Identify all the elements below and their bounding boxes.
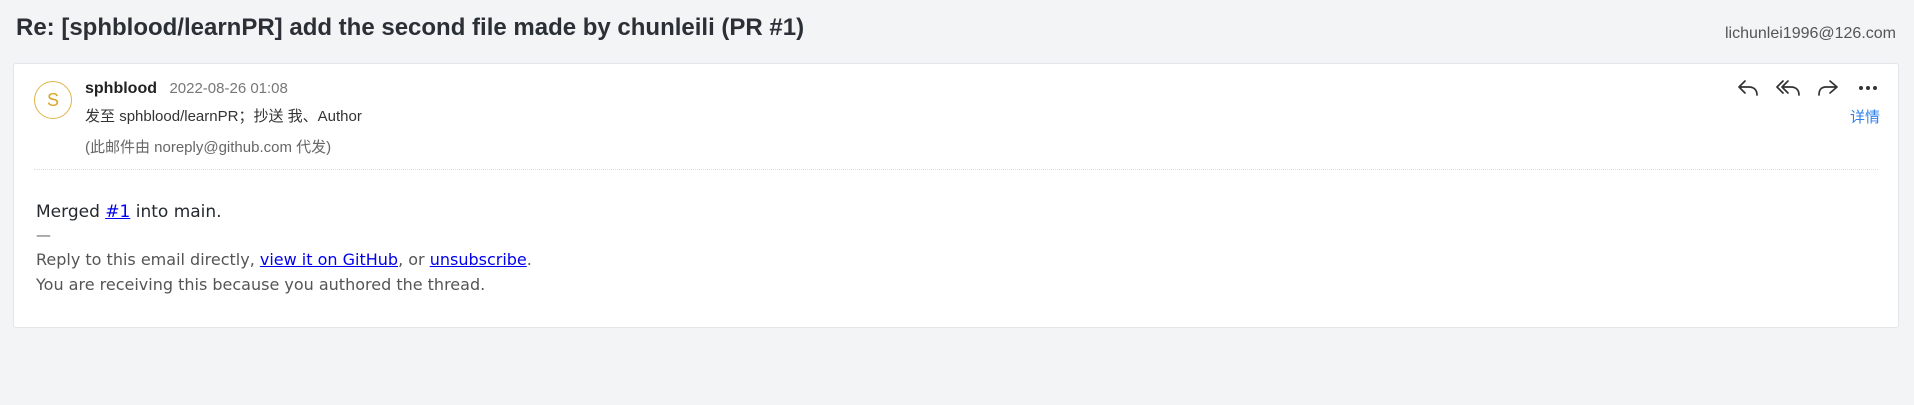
cc-separator: 、: [302, 108, 318, 125]
sender-avatar[interactable]: S: [34, 81, 72, 119]
cc-label: ；抄送: [238, 108, 284, 125]
merged-prefix: Merged: [36, 202, 106, 222]
view-on-github-link[interactable]: view it on GitHub: [260, 250, 398, 269]
cc-recipient-author[interactable]: Author: [318, 108, 362, 125]
forward-icon: [1818, 80, 1838, 96]
pr-link[interactable]: #1: [105, 202, 130, 222]
more-button[interactable]: [1854, 74, 1882, 102]
mail-subject: Re: [sphblood/learnPR] add the second fi…: [16, 14, 805, 41]
sent-date: 2022-08-26 01:08: [169, 80, 288, 97]
receiving-note: You are receiving this because you autho…: [36, 275, 486, 294]
header-divider: [34, 169, 1878, 170]
to-label: 发至: [85, 108, 116, 125]
more-icon: [1859, 86, 1877, 90]
message-card: S sphblood 2022-08-26 01:08 发至 sphblood/…: [13, 63, 1899, 328]
reply-all-icon: [1776, 80, 1800, 96]
reply-suffix: .: [526, 250, 532, 269]
to-recipient[interactable]: sphblood/learnPR: [119, 108, 238, 125]
reply-all-button[interactable]: [1774, 74, 1802, 102]
recipients-line: 发至 sphblood/learnPR；抄送 我、Author: [85, 105, 362, 126]
message-actions: [1734, 74, 1882, 102]
mail-header-bar: Re: [sphblood/learnPR] add the second fi…: [0, 0, 1914, 62]
account-email[interactable]: lichunlei1996@126.com: [1725, 25, 1896, 43]
details-link[interactable]: 详情: [1850, 106, 1880, 127]
signature-dash: —: [36, 226, 51, 244]
sender-name[interactable]: sphblood: [85, 80, 157, 97]
forward-button[interactable]: [1814, 74, 1842, 102]
reply-mid: , or: [398, 250, 430, 269]
reply-icon: [1738, 80, 1758, 96]
reply-prefix: Reply to this email directly,: [36, 250, 260, 269]
merged-suffix: into main.: [130, 202, 222, 222]
reply-line: Reply to this email directly, view it on…: [36, 250, 532, 269]
unsubscribe-link[interactable]: unsubscribe: [430, 250, 527, 269]
message-body: Merged #1 into main. — Reply to this ema…: [36, 202, 532, 294]
cc-recipient-me[interactable]: 我: [288, 108, 303, 125]
sender-row: sphblood 2022-08-26 01:08: [85, 80, 288, 98]
proxy-note: (此邮件由 noreply@github.com 代发): [85, 139, 332, 156]
merged-line: Merged #1 into main.: [36, 202, 532, 222]
reply-button[interactable]: [1734, 74, 1762, 102]
